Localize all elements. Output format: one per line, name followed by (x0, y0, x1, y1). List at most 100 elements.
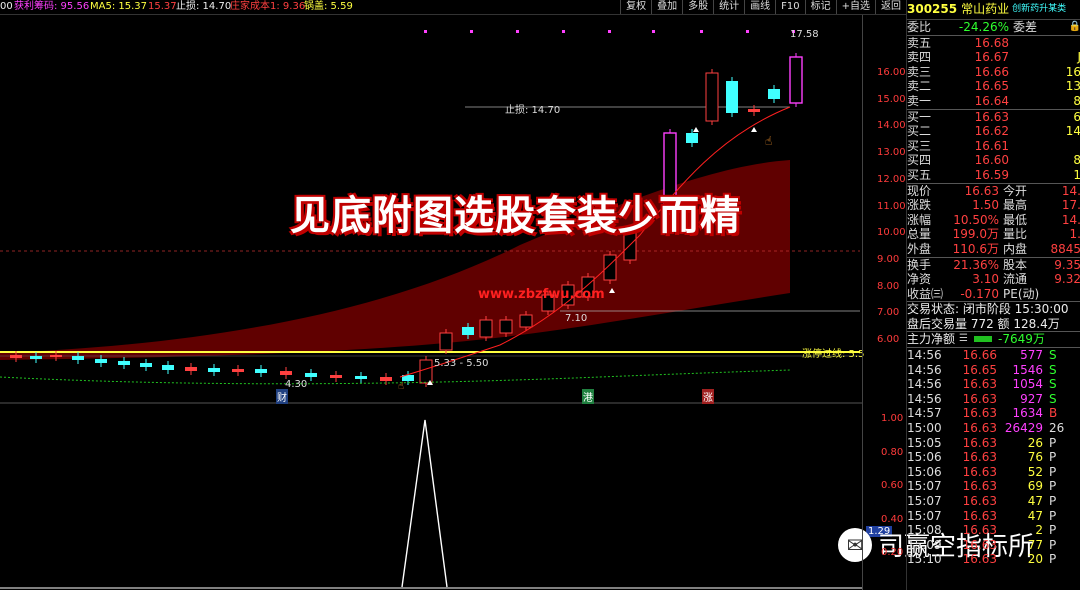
tick-row: 15:07 16.63 69 P (907, 479, 1057, 494)
indicator-profit-chips: 获利筹码: 95.56 (14, 1, 90, 12)
signal-dot (608, 30, 611, 33)
candle-body (419, 359, 433, 384)
candle-body (72, 356, 84, 360)
indicator-spike (401, 419, 448, 588)
webi-row: 委比 -24.26% 委差 🔒 (907, 20, 1080, 35)
tick-list: 14:56 16.66 577 S 14:56 16.65 1546 S 14:56 16.63 1… (907, 348, 1080, 567)
candle-body (499, 319, 513, 334)
indicator-lid: 锅盖: 5.59 (304, 1, 353, 12)
orderbook-row[interactable]: 买一 16.63 6 (907, 110, 1080, 125)
stock-header: 300255 常山药业 创新药升某类 (907, 0, 1080, 20)
ma-line-long (0, 369, 791, 385)
axis-tick-main: 10.00 (877, 227, 906, 239)
orderbook-row[interactable]: 卖四 16.67 J (907, 50, 1080, 65)
marker-hk[interactable]: 港 (582, 389, 594, 404)
candle-body (95, 359, 107, 363)
axis-tick-main: 7.00 (877, 307, 900, 319)
indicator-ma5: MA5: 15.37 (90, 1, 148, 12)
signal-dot (470, 30, 473, 33)
orderbook-row[interactable]: 买三 16.61 (907, 139, 1080, 154)
stock-code: 300255 (907, 2, 958, 16)
axis-tick-main: 8.00 (877, 280, 900, 292)
buy-signal (751, 127, 757, 132)
signal-dot (652, 30, 655, 33)
flow-bar (973, 336, 992, 343)
menu-icon[interactable]: ☰ (959, 332, 968, 347)
quote-row: 总量 199.0万 量比 1. (907, 227, 1080, 242)
axis-tick-sub: 0.80 (881, 446, 904, 458)
signal-dot (562, 30, 565, 33)
tick-row: 15:06 16.63 76 P (907, 450, 1057, 465)
orderbook-row[interactable]: 卖五 16.68 (907, 36, 1080, 51)
candle-body (705, 72, 719, 122)
kline-chart[interactable]: ☝ ☝ (0, 15, 862, 590)
tick-row: 14:56 16.65 1546 S (907, 362, 1057, 377)
quote-stats: 现价 16.63 今开 14. 涨跌 1.50 最高 17. 涨幅 10.50% 最低 14. 总量 19… (907, 184, 1080, 257)
trade-status: 交易状态: 闭市阶段 15:30:00 (907, 302, 1069, 317)
lock-icon[interactable]: 🔒 (1069, 20, 1080, 35)
toolbar-button-0[interactable]: 复权 (620, 0, 651, 14)
quote-row: 涨幅 10.50% 最低 14. (907, 212, 1080, 227)
tick-row: 14:56 16.63 927 S (907, 391, 1057, 406)
orderbook-row[interactable]: 买五 16.59 1 (907, 168, 1080, 183)
main-flow-row[interactable]: 主力净额 ☰ -7649万 (907, 332, 1080, 347)
low-price-label: 4.30 (285, 379, 308, 390)
quote-panel: 300255 常山药业 创新药升某类 委比 -24.26% 委差 🔒 卖五 16.… (906, 0, 1080, 590)
candle-body (380, 377, 392, 381)
breakout-label: 涨停过线: 5.5 (802, 349, 865, 360)
signal-dot (424, 30, 427, 33)
candle-body (10, 355, 22, 358)
orderbook-row[interactable]: 买二 16.62 14 (907, 124, 1080, 139)
hand-icon: ☝ (765, 134, 772, 148)
buy-signal (693, 127, 699, 132)
candle-body (355, 376, 367, 379)
axis-tick-main: 16.00 (877, 67, 906, 78)
candle-body (280, 371, 292, 375)
toolbar-button-6[interactable]: 标记 (804, 0, 836, 14)
candle-body (162, 365, 174, 370)
axis-tick-main: 14.00 (877, 120, 906, 132)
candle-body (118, 361, 130, 365)
signal-dot (746, 30, 749, 33)
marker-finance[interactable]: 财 (276, 389, 288, 404)
candle-body (50, 355, 62, 357)
mid-price-label: 7.10 (565, 313, 588, 324)
signal-dot (516, 30, 519, 33)
tick-row: 14:56 16.66 577 S (907, 348, 1057, 363)
tick-row: 15:07 16.63 47 P (907, 494, 1057, 508)
toolbar-button-1[interactable]: 叠加 (651, 0, 682, 14)
stock-tag: 创新药升某类 (1012, 4, 1067, 14)
marker-rise[interactable]: 涨 (702, 389, 714, 404)
candle-body (30, 356, 42, 359)
toolbar-button-8[interactable]: 返回 (875, 0, 906, 14)
after-hours: 盘后交易量 772 额 128.4万 (907, 316, 1060, 331)
candle-body (439, 332, 453, 351)
signal-dot (700, 30, 703, 33)
indicator-ma5-value: 15.37 (148, 1, 177, 12)
tick-row: 15:05 16.63 26 P (907, 435, 1057, 450)
toolbar-button-7[interactable]: +自选 (835, 0, 875, 14)
orderbook-row[interactable]: 卖一 16.64 8 (907, 94, 1080, 109)
toolbar-button-2[interactable]: 多股 (682, 0, 713, 14)
toolbar-button-4[interactable]: 画线 (744, 0, 775, 14)
tick-row: 15:10 16.63 20 P (907, 552, 1057, 567)
orderbook-row[interactable]: 卖二 16.65 13 (907, 79, 1080, 94)
headline-overlay: 见底附图选股套装少而精 (290, 193, 741, 239)
toolbar-button-3[interactable]: 统计 (713, 0, 744, 14)
axis-tick-main: 13.00 (877, 147, 906, 159)
candle-body (232, 369, 244, 372)
axis-tick-sub: 1.00 (881, 413, 904, 424)
orderbook-row[interactable]: 卖三 16.66 16 (907, 65, 1080, 80)
quote-row: 换手 21.36% 股本 9.35 (907, 257, 1080, 272)
toolbar-button-5[interactable]: F10 (775, 0, 804, 14)
orderbook-row[interactable]: 买四 16.60 8 (907, 153, 1080, 168)
quote-row: 收益㈢ -0.170 PE(动) (907, 286, 1040, 301)
bid-list: 买一 16.63 6 买二 16.62 14 买三 16.61 买四 16.60 8 买五 16.59 1 (907, 110, 1080, 183)
price-axis: 16.00 15.00 14.00 13.00 12.00 11.00 10.00 9.00 8… (862, 15, 907, 590)
quote-stats-2: 换手 21.36% 股本 9.35 净资 3.10 流通 9.32 收益㈢ -0.170 PE(动) (907, 258, 1080, 302)
axis-tick-main: 15.00 (877, 93, 906, 105)
axis-tick-sub: 0.40 (881, 513, 904, 525)
axis-tick-main: 9.00 (877, 253, 900, 265)
hand-icon: ☝ (398, 381, 404, 392)
ask-list: 卖五 16.68 卖四 16.67 J 卖三 16.66 16 卖二 16.65 13 卖一 16.64… (907, 36, 1080, 109)
